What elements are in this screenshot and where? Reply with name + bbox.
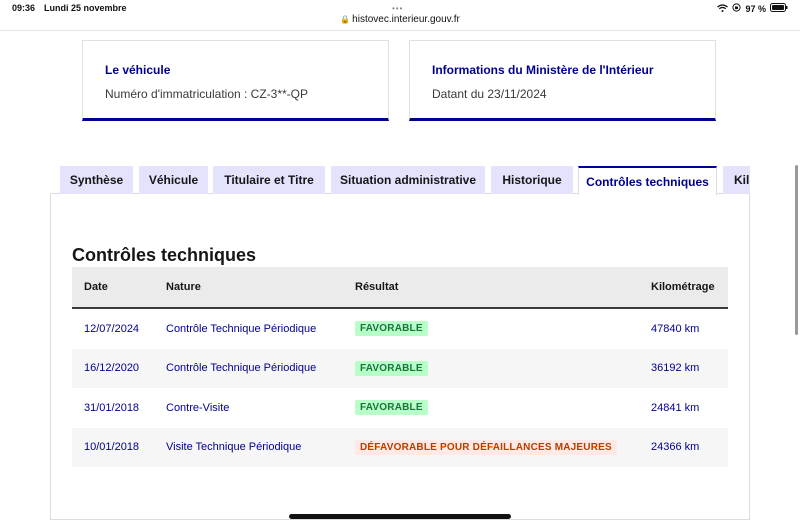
row-date: 31/01/2018 xyxy=(72,388,154,428)
home-indicator[interactable] xyxy=(289,514,511,519)
url-text: histovec.interieur.gouv.fr xyxy=(352,14,460,25)
row-date: 16/12/2020 xyxy=(72,348,154,388)
registration-number: Numéro d'immatriculation : CZ-3**-QP xyxy=(105,87,309,101)
vehicle-card-title: Le véhicule xyxy=(105,63,171,77)
row-nature: Visite Technique Périodique xyxy=(154,427,343,467)
ministry-card-title: Informations du Ministère de l'Intérieur xyxy=(432,63,654,77)
lock-icon: 🔒 xyxy=(340,15,351,24)
row-nature: Contrôle Technique Périodique xyxy=(154,308,343,349)
multitask-dots-icon[interactable]: ••• xyxy=(392,4,403,13)
row-date: 10/01/2018 xyxy=(72,427,154,467)
ministry-card: Informations du Ministère de l'Intérieur… xyxy=(409,40,716,121)
scrollbar[interactable] xyxy=(795,165,798,335)
controls-table: Date Nature Résultat Kilométrage 12/07/2… xyxy=(72,267,728,467)
table-row: 16/12/2020 Contrôle Technique Périodique… xyxy=(72,348,728,388)
header-resultat: Résultat xyxy=(343,267,639,309)
status-right: 97 % xyxy=(717,3,788,14)
header-date: Date xyxy=(72,267,154,309)
row-date: 12/07/2024 xyxy=(72,308,154,349)
row-result: FAVORABLE xyxy=(343,388,639,428)
table-row: 12/07/2024 Contrôle Technique Périodique… xyxy=(72,308,728,349)
tab-situation-administrative[interactable]: Situation administrative xyxy=(331,166,485,194)
tab-historique[interactable]: Historique xyxy=(491,166,573,194)
ministry-date: Datant du 23/11/2024 xyxy=(432,87,547,101)
header-kilometrage: Kilométrage xyxy=(639,267,728,309)
orientation-lock-icon xyxy=(732,3,742,14)
status-time: 09:36 xyxy=(12,3,36,13)
section-title: Contrôles techniques xyxy=(72,245,257,265)
row-result: DÉFAVORABLE POUR DÉFAILLANCES MAJEURES xyxy=(343,427,639,467)
row-km: 24366 km xyxy=(639,427,728,467)
status-date: Lundi 25 novembre xyxy=(44,3,127,13)
row-nature: Contrôle Technique Périodique xyxy=(154,348,343,388)
divider xyxy=(0,30,800,31)
row-nature: Contre-Visite xyxy=(154,388,343,428)
tab-controles-techniques[interactable]: Contrôles techniques xyxy=(578,166,717,195)
row-result: FAVORABLE xyxy=(343,308,639,349)
row-result: FAVORABLE xyxy=(343,348,639,388)
wifi-icon xyxy=(717,3,729,14)
tab-vehicule[interactable]: Véhicule xyxy=(139,166,208,194)
vehicle-card: Le véhicule Numéro d'immatriculation : C… xyxy=(82,40,389,121)
url-bar[interactable]: 🔒 histovec.interieur.gouv.fr xyxy=(0,14,800,30)
row-km: 24841 km xyxy=(639,388,728,428)
battery-label: 97 % xyxy=(745,3,766,14)
tab-synthese[interactable]: Synthèse xyxy=(60,166,133,194)
status-badge: FAVORABLE xyxy=(355,360,428,376)
header-nature: Nature xyxy=(154,267,343,309)
battery-icon xyxy=(770,3,788,14)
tab-titulaire[interactable]: Titulaire et Titre xyxy=(213,166,325,194)
table-row: 10/01/2018 Visite Technique Périodique D… xyxy=(72,427,728,467)
table-row: 31/01/2018 Contre-Visite FAVORABLE 24841… xyxy=(72,388,728,428)
tab-kilometrage[interactable]: Kil xyxy=(723,166,750,194)
status-badge: FAVORABLE xyxy=(355,321,428,337)
status-badge: FAVORABLE xyxy=(355,400,428,416)
status-badge: DÉFAVORABLE POUR DÉFAILLANCES MAJEURES xyxy=(355,439,617,455)
table-header-row: Date Nature Résultat Kilométrage xyxy=(72,267,728,309)
row-km: 36192 km xyxy=(639,348,728,388)
row-km: 47840 km xyxy=(639,308,728,349)
